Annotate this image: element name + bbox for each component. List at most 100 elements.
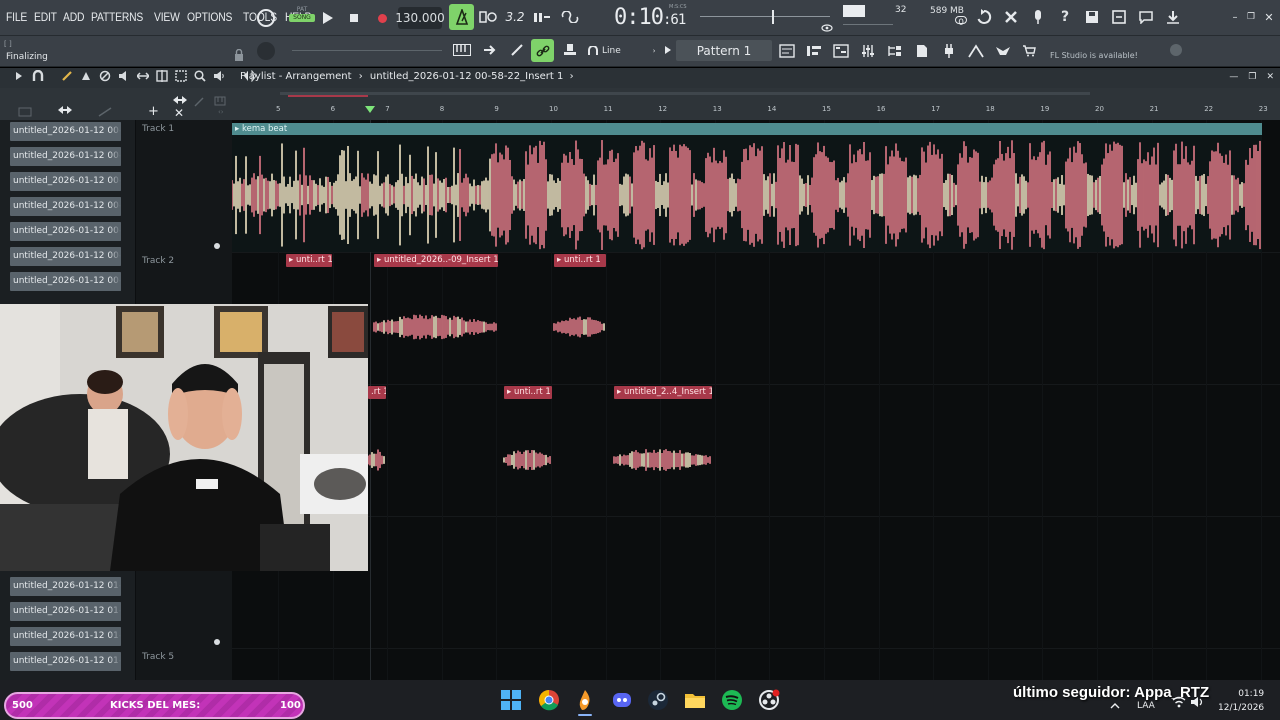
wait-for-input-icon[interactable] (478, 8, 498, 26)
close-icon[interactable]: ✕ (1266, 72, 1274, 82)
clip-header[interactable]: ▸ untitled_2026..-09_Insert 1 (374, 254, 498, 267)
select-tool-icon[interactable] (174, 70, 187, 85)
toggle-icon[interactable] (955, 14, 967, 26)
channel-button[interactable]: untitled_2026-01-12 00-... (10, 172, 121, 191)
track-label[interactable]: Track 5 (142, 652, 174, 662)
record-button[interactable] (374, 10, 390, 26)
system-clock[interactable]: 01:19 12/1/2026 (1218, 687, 1264, 715)
microphone-icon[interactable] (1029, 8, 1047, 26)
draw-icon[interactable] (507, 42, 527, 58)
maximize-icon[interactable]: ❐ (1248, 72, 1256, 82)
mixer-window-icon[interactable] (858, 42, 878, 60)
slice-tool-icon[interactable] (155, 70, 168, 85)
channel-button[interactable]: untitled_2026-01-12 01-... (10, 627, 121, 646)
lock-icon[interactable] (232, 48, 246, 62)
undo-history-icon[interactable] (975, 8, 993, 26)
download-icon[interactable] (1164, 8, 1182, 26)
stamp-icon[interactable] (560, 42, 580, 58)
menu-options[interactable]: OPTIONS (187, 10, 232, 24)
breadcrumb[interactable]: untitled_2026-01-12 00-58-22_Insert 1 (370, 71, 563, 82)
channel-button[interactable]: untitled_2026-01-12 00-... (10, 147, 121, 166)
channel-button[interactable]: untitled_2026-01-12 00-... (10, 222, 121, 241)
channel-button[interactable]: untitled_2026-01-12 00-... (10, 272, 121, 291)
track-toggle[interactable] (214, 639, 220, 645)
pitch-slider-track[interactable] (292, 50, 442, 51)
obs-icon[interactable] (758, 689, 780, 711)
link-icon[interactable] (531, 39, 554, 62)
step-edit-icon[interactable] (532, 8, 552, 26)
browser-window-icon[interactable] (885, 42, 905, 60)
language-indicator[interactable]: LAA (1137, 701, 1155, 711)
paint-tool-icon[interactable] (79, 70, 92, 85)
piano-roll-window-icon[interactable] (831, 42, 851, 60)
spotify-icon[interactable] (721, 689, 743, 711)
help-icon[interactable]: ? (1056, 8, 1074, 26)
snap-display[interactable]: 3.2 (504, 8, 526, 26)
slip-tool-icon[interactable] (135, 70, 150, 85)
chat-icon[interactable] (1137, 8, 1155, 26)
menu-patterns[interactable]: PATTERNS (91, 10, 143, 24)
metronome-button[interactable] (449, 4, 474, 30)
steam-icon[interactable] (647, 689, 669, 711)
clip-header[interactable]: ▸ unti..rt 1 (554, 254, 606, 267)
play-button[interactable] (320, 9, 336, 27)
render-icon[interactable] (1110, 8, 1128, 26)
track-toggle[interactable] (214, 243, 220, 249)
brush-icon[interactable] (98, 102, 112, 117)
hint-bar-icon[interactable] (993, 42, 1013, 60)
close-app-icon[interactable]: ✕ (1260, 8, 1278, 26)
fl-studio-icon[interactable] (574, 689, 596, 711)
remove-track-icon[interactable]: ✕ (174, 106, 184, 120)
pat-song-toggle[interactable]: PAT SONG (289, 6, 315, 30)
loop-region-marker[interactable] (288, 95, 368, 97)
save-icon[interactable] (1083, 8, 1101, 26)
master-volume-knob-icon[interactable] (255, 7, 277, 29)
playlist-window-icon[interactable] (777, 42, 797, 60)
shop-icon[interactable] (1020, 43, 1038, 59)
channel-button[interactable]: untitled_2026-01-12 01-... (10, 602, 121, 621)
snap-mode-select[interactable]: Line › (588, 44, 668, 58)
master-pitch-slider[interactable] (700, 10, 830, 24)
add-track-icon[interactable]: + (148, 104, 159, 119)
timeline-ruler[interactable]: 5 6 7 8 9 10 11 12 13 14 15 16 17 18 19 20 21 22 23 (232, 105, 1272, 119)
pencil-tool-icon[interactable] (60, 70, 73, 85)
file-icon[interactable] (912, 42, 932, 60)
loop-record-icon[interactable] (560, 8, 580, 26)
volume-icon[interactable] (1190, 693, 1204, 707)
piano-roll-icon[interactable] (452, 42, 472, 58)
update-notice[interactable]: FL Studio is available! (1050, 51, 1138, 60)
menu-file[interactable]: FILE (6, 10, 27, 24)
tempo-display[interactable]: 130.000 (395, 7, 445, 29)
menu-view[interactable]: VIEW (154, 10, 180, 24)
playhead-marker[interactable] (365, 106, 375, 113)
link-small-icon[interactable] (193, 92, 205, 107)
zoom-fit-icon[interactable] (173, 91, 187, 104)
arrow-right-icon[interactable] (480, 42, 500, 58)
file-explorer-icon[interactable] (684, 689, 706, 711)
windows-start-icon[interactable] (500, 689, 522, 711)
magnet-icon[interactable] (31, 69, 44, 85)
channel-rack-window-icon[interactable] (804, 42, 824, 60)
breadcrumb-chevron-icon[interactable]: › (570, 71, 574, 82)
clip-header[interactable]: ▸ unti..rt 1 (286, 254, 332, 267)
piano-small-icon[interactable] (214, 91, 226, 106)
track-label[interactable]: Track 2 (142, 256, 174, 266)
audio-clip-kema-beat[interactable]: ▸ kema beat (231, 123, 1262, 252)
visibility-icon[interactable] (820, 22, 834, 34)
picker-icon[interactable] (18, 102, 32, 117)
restore-app-icon[interactable]: ❐ (1242, 8, 1260, 26)
mute-tool-icon[interactable] (117, 70, 130, 85)
pattern-selector[interactable]: Pattern 1 (676, 40, 772, 61)
horizontal-scrollbar[interactable] (280, 92, 1090, 95)
menu-edit[interactable]: EDIT (34, 10, 57, 24)
wifi-icon[interactable] (1172, 693, 1186, 708)
move-icon[interactable] (58, 101, 72, 114)
menu-arrow-icon[interactable] (12, 70, 25, 85)
channel-button[interactable]: untitled_2026-01-12 00-... (10, 247, 121, 266)
chrome-icon[interactable] (538, 689, 560, 711)
speaker-icon[interactable] (212, 70, 225, 85)
channel-button[interactable]: untitled_2026-01-12 00-... (10, 197, 121, 216)
track-label[interactable]: Track 1 (142, 124, 174, 134)
plugin-icon[interactable] (939, 42, 959, 60)
main-volume-knob[interactable] (255, 40, 277, 62)
